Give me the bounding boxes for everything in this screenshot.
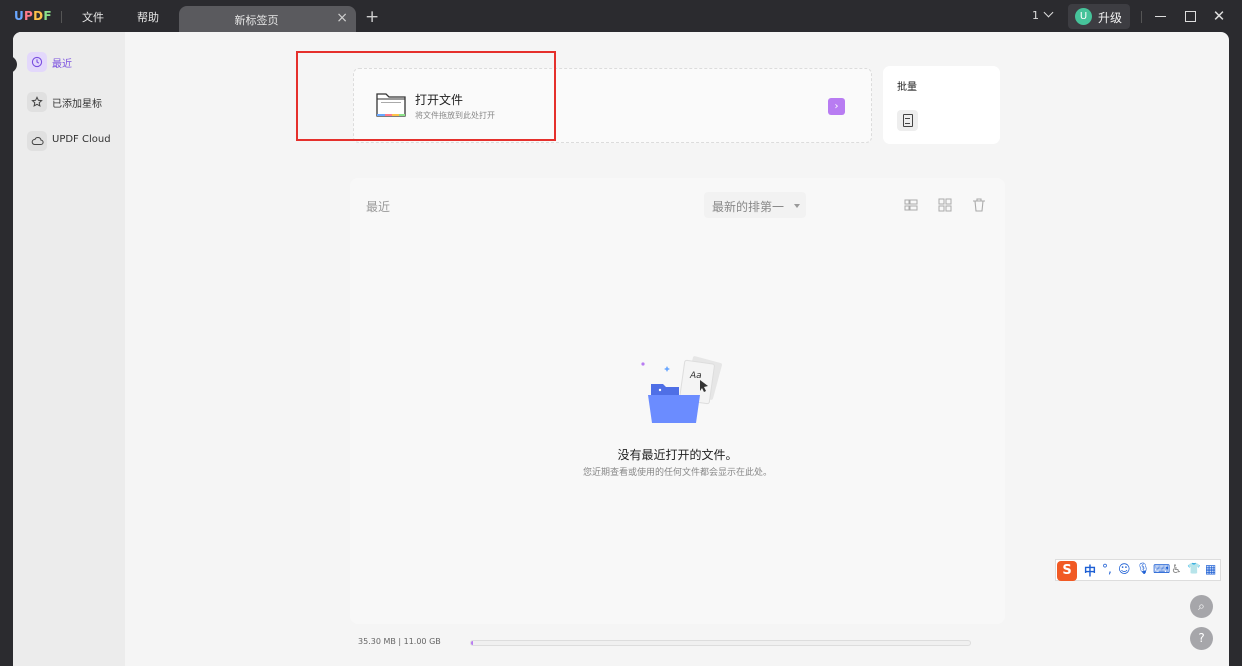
title-bar: UPDF 文件 帮助 新标签页 × + 1 U 升级 ✕ (0, 0, 1242, 33)
empty-state-subtitle: 您近期查看或使用的任何文件都会显示在此处。 (582, 468, 772, 478)
sidebar-item-label: UPDF Cloud (52, 134, 111, 145)
close-tab-icon[interactable]: × (336, 10, 348, 26)
main-window: 最近 已添加星标 UPDF Cloud 打开文件 将文件拖放到此处打开 › 批量… (13, 32, 1229, 666)
upgrade-button[interactable]: U 升级 (1068, 4, 1130, 29)
sidebar-item-recent[interactable]: 最近 (25, 50, 121, 74)
document-count: 1 (1032, 9, 1039, 22)
ime-keyboard-icon[interactable]: ⌨ (1153, 562, 1170, 576)
open-file-title: 打开文件 (415, 93, 464, 107)
folder-icon (376, 93, 406, 117)
avatar: U (1075, 8, 1092, 25)
recent-panel: 最近 最新的排第一 Aa 没有最近打开的文件。 您近期查看或使用的任何文件都会显… (350, 178, 1005, 624)
open-file-subtitle: 将文件拖放到此处打开 (415, 111, 495, 120)
sidebar-item-label: 最近 (52, 59, 72, 70)
open-file-dropzone[interactable]: 打开文件 将文件拖放到此处打开 › (353, 68, 872, 143)
list-view-icon[interactable] (901, 195, 921, 215)
sort-dropdown[interactable]: 最新的排第一 (704, 192, 806, 218)
batch-print-icon[interactable] (897, 110, 918, 131)
app-logo[interactable]: UPDF (14, 9, 52, 23)
sort-label: 最新的排第一 (712, 200, 785, 214)
minimize-button[interactable] (1151, 6, 1171, 26)
recent-title: 最近 (366, 200, 391, 214)
menu-file[interactable]: 文件 (82, 9, 104, 25)
clock-icon (27, 52, 47, 72)
tab-new[interactable]: 新标签页 × (179, 6, 356, 33)
sidebar-item-cloud[interactable]: UPDF Cloud (25, 129, 121, 153)
batch-card: 批量 (883, 66, 1000, 144)
ime-chinese-mode[interactable]: 中 (1084, 562, 1096, 579)
new-tab-button[interactable]: + (365, 7, 379, 27)
sidebar-item-label: 已添加星标 (52, 99, 102, 110)
maximize-button[interactable] (1180, 6, 1200, 26)
trash-icon[interactable] (969, 195, 989, 215)
upgrade-label: 升级 (1098, 11, 1123, 25)
chevron-down-icon (1043, 7, 1054, 18)
ime-accessibility-icon[interactable]: ♿ (1171, 562, 1182, 576)
caret-down-icon (794, 204, 800, 208)
search-icon[interactable]: ⌕ (1190, 595, 1213, 618)
sidebar-item-starred[interactable]: 已添加星标 (25, 90, 121, 114)
ime-skin-icon[interactable]: 👕 (1187, 562, 1201, 575)
tab-title: 新标签页 (234, 14, 279, 27)
star-icon (27, 92, 47, 112)
ime-punctuation[interactable]: °, (1102, 562, 1112, 576)
grid-view-icon[interactable] (935, 195, 955, 215)
menu-help[interactable]: 帮助 (137, 9, 159, 25)
ime-toolbox-icon[interactable]: ▦ (1205, 562, 1216, 576)
ime-voice-icon[interactable]: 🎙 (1136, 562, 1150, 575)
svg-text:Aa: Aa (689, 371, 702, 381)
empty-state-illustration: Aa (641, 356, 722, 423)
separator (61, 11, 62, 23)
batch-title: 批量 (897, 82, 917, 93)
help-icon[interactable]: ? (1190, 627, 1213, 650)
separator (1141, 11, 1142, 23)
empty-state-title: 没有最近打开的文件。 (617, 448, 738, 462)
ime-toolbar: S 中 °, ☺ 🎙 ⌨ ♿ 👕 ▦ (1055, 559, 1221, 581)
cloud-icon (27, 131, 47, 151)
storage-progress-bar (470, 640, 971, 646)
storage-usage-text: 35.30 MB | 11.00 GB (358, 637, 441, 646)
ime-emoji-icon[interactable]: ☺ (1118, 562, 1131, 576)
window-close-button[interactable]: ✕ (1209, 6, 1229, 26)
sogou-logo-icon[interactable]: S (1057, 561, 1077, 581)
sidebar: 最近 已添加星标 UPDF Cloud (13, 32, 125, 666)
storage-progress-fill (471, 641, 473, 645)
document-count-dropdown[interactable]: 1 (1032, 7, 1054, 22)
open-file-arrow-button[interactable]: › (828, 98, 845, 115)
